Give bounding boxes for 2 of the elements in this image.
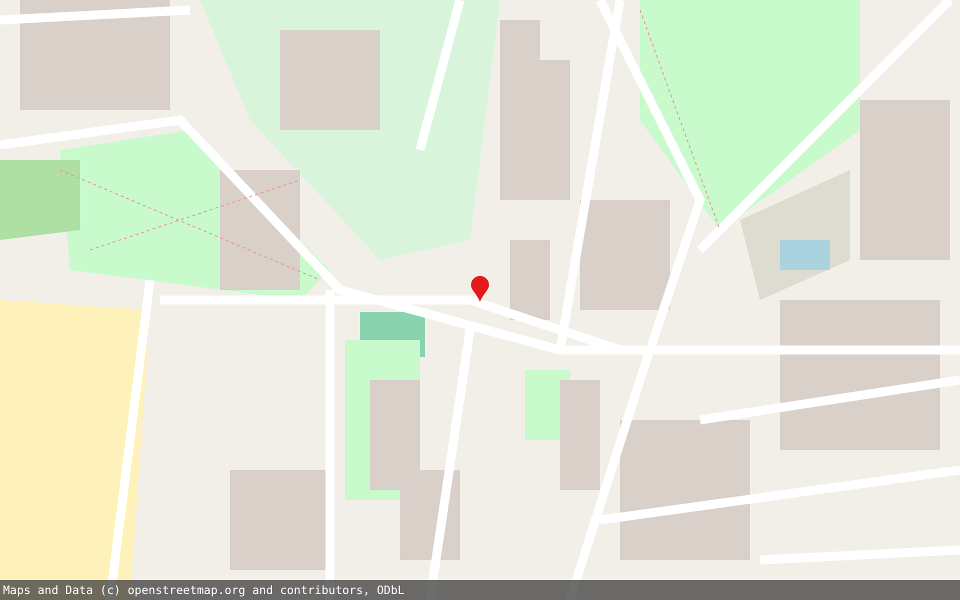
map-pin-icon[interactable]: [471, 276, 489, 302]
attribution-text: Maps and Data (c) openstreetmap.org and contributors, ODbL: [2, 583, 405, 597]
